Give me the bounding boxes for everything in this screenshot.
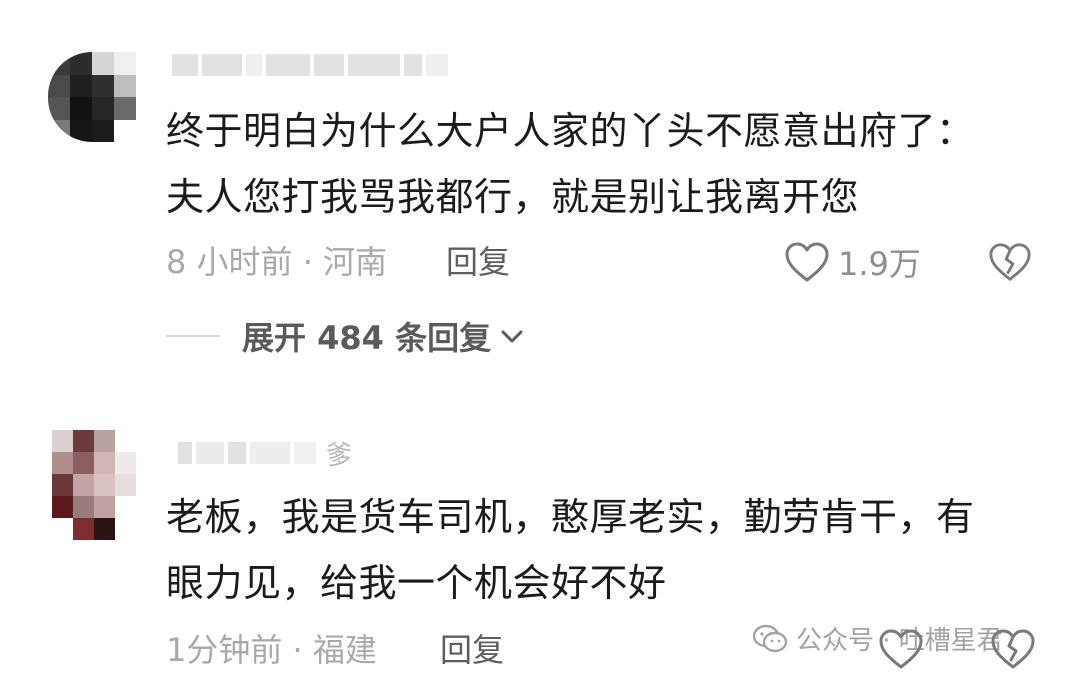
- broken-heart-icon[interactable]: [988, 240, 1032, 284]
- wechat-icon: [752, 624, 788, 652]
- comment-text-line: 眼力见，给我一个机会好不好: [166, 561, 667, 605]
- broken-heart-icon[interactable]: [990, 628, 1036, 670]
- divider: [166, 335, 220, 337]
- username-visible: 爹: [326, 440, 353, 471]
- chevron-down-icon: [501, 330, 523, 343]
- heart-icon: [785, 242, 829, 282]
- reply-button[interactable]: 回复: [440, 628, 504, 672]
- like-count: 1.9万: [838, 245, 921, 283]
- expand-replies-label: 展开 484 条回复: [242, 319, 492, 357]
- heart-icon[interactable]: [878, 628, 924, 670]
- username[interactable]: 爹: [178, 438, 352, 471]
- username[interactable]: [172, 50, 448, 80]
- comment-time-location: 8 小时前 · 河南: [166, 243, 388, 281]
- reply-button[interactable]: 回复: [446, 240, 510, 284]
- like-button[interactable]: 1.9万: [784, 240, 921, 284]
- comment-time-location: 1分钟前 · 福建: [166, 631, 377, 669]
- expand-replies[interactable]: 展开 484 条回复: [166, 314, 525, 358]
- comment-item: 终于明白为什么大户人家的丫头不愿意出府了： 夫人您打我骂我都行，就是别让我离开您…: [0, 0, 1080, 400]
- comment-text: 老板，我是货车司机，憨厚老实，勤劳肯干，有 眼力见，给我一个机会好不好: [166, 484, 1036, 616]
- avatar[interactable]: [48, 52, 136, 142]
- comment-text-line: 终于明白为什么大户人家的丫头不愿意出府了：: [166, 109, 975, 153]
- comment-text-line: 夫人您打我骂我都行，就是别让我离开您: [166, 175, 860, 219]
- avatar[interactable]: [52, 430, 136, 540]
- comment-text: 终于明白为什么大户人家的丫头不愿意出府了： 夫人您打我骂我都行，就是别让我离开您: [166, 98, 1036, 230]
- comment-text-line: 老板，我是货车司机，憨厚老实，勤劳肯干，有: [166, 495, 975, 539]
